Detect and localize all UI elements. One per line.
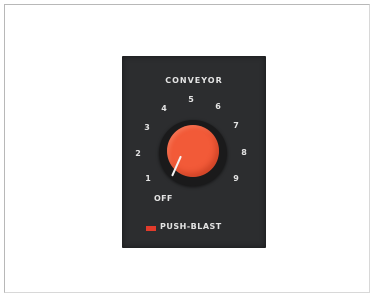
dial-number-1: 1	[145, 174, 151, 183]
dial-number-5: 5	[188, 95, 194, 104]
push-blast-label: PUSH-BLAST	[160, 222, 222, 231]
dial-number-3: 3	[144, 123, 150, 132]
dial-number-2: 2	[135, 149, 141, 158]
push-blast-indicator	[146, 226, 156, 231]
panel-title: CONVEYOR	[165, 76, 223, 85]
dial-number-9: 9	[233, 174, 239, 183]
dial-number-7: 7	[233, 121, 239, 130]
conveyor-control-panel: CONVEYOR 1 2 3 4 5 6 7 8 9 OFF PUSH-BLAS…	[122, 56, 266, 248]
off-label: OFF	[154, 194, 173, 203]
dial-number-8: 8	[241, 148, 247, 157]
dial-number-6: 6	[215, 102, 221, 111]
dial-number-4: 4	[161, 104, 167, 113]
